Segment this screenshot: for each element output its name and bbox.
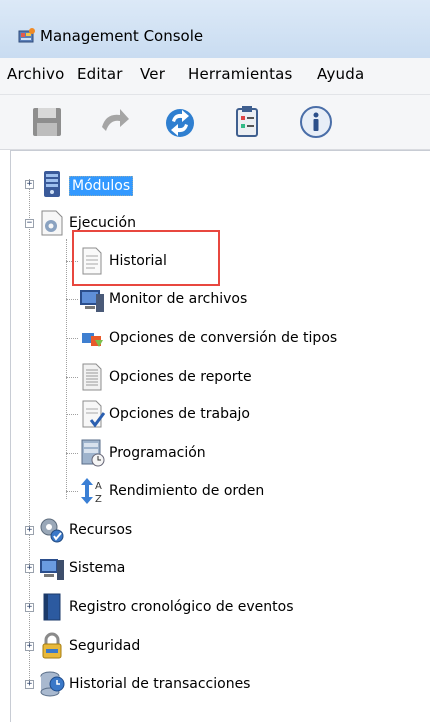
tree-connector [66,261,78,262]
conversion-icon [82,333,103,347]
tree-item-label: Programación [109,445,206,461]
lock-icon [42,632,62,659]
menu-archivo[interactable]: Archivo [7,65,64,83]
tree-item-label: Opciones de reporte [109,369,252,385]
tree-item-label: Sistema [69,560,126,576]
undo-button[interactable] [96,105,132,139]
tree-item-label: Monitor de archivos [109,291,248,307]
tree-item-label: Seguridad [69,638,141,654]
tree-item-label: Recursos [69,522,133,538]
tree-connector [66,453,78,454]
svg-text:Z: Z [95,494,102,505]
tree-connector [66,299,78,300]
undo-icon [102,109,129,131]
checked-document-icon [82,400,105,428]
menu-ayuda[interactable]: Ayuda [317,65,364,83]
collapse-ejecucion-button[interactable]: − [25,219,34,228]
expand-transacciones-button[interactable]: + [25,680,34,689]
tree-item-label: Módulos [69,176,134,196]
menu-ver[interactable]: Ver [140,65,165,83]
window-title: Management Console [40,27,204,45]
tree-item-label: Opciones de conversión de tipos [109,330,338,346]
gears-icon [40,518,64,543]
save-icon [33,108,61,136]
expand-seguridad-button[interactable]: + [25,642,34,651]
tree-connector [66,377,78,378]
computer-icon [40,559,64,580]
tree-item-label: Registro cronológico de eventos [69,599,294,615]
database-clock-icon [40,671,65,697]
expand-modulos-button[interactable]: + [25,180,34,189]
tree-connector [66,491,78,492]
clipboard-button[interactable] [232,105,268,139]
expand-sistema-button[interactable]: + [25,564,34,573]
tree-connector [66,338,78,339]
refresh-button[interactable] [162,105,198,139]
info-button[interactable] [298,105,334,139]
app-icon [18,28,36,48]
menu-herramientas[interactable]: Herramientas [188,65,293,83]
info-icon [300,106,332,138]
tree-item-label: Ejecución [69,215,136,231]
gear-page-icon [41,210,63,236]
tree-item-label: Opciones de trabajo [109,406,250,422]
clipboard-icon [236,106,258,137]
document-icon [82,247,102,275]
svg-text:A: A [95,481,102,492]
title-bar: Management Console [0,0,430,58]
menu-bar: Archivo Editar Ver Herramientas Ayuda [0,58,430,95]
toolbar [0,95,430,150]
menu-editar[interactable]: Editar [77,65,123,83]
tree-view: + Módulos − Ejecución Historial Monitor … [10,150,430,722]
refresh-icon [166,109,194,137]
log-book-icon [43,593,61,621]
tree-item-label: Historial de transacciones [69,676,251,692]
server-icon [44,171,60,197]
report-icon [82,363,102,391]
save-button[interactable] [30,105,66,139]
tree-item-label: Rendimiento de orden [109,483,265,499]
schedule-icon [81,439,105,467]
tree-connector [66,414,78,415]
expand-recursos-button[interactable]: + [25,526,34,535]
tree-item-label: Historial [109,253,167,269]
tree-connector [66,239,67,499]
expand-registro-button[interactable]: + [25,603,34,612]
sort-icon: A Z [81,478,102,505]
monitor-icon [80,290,104,312]
